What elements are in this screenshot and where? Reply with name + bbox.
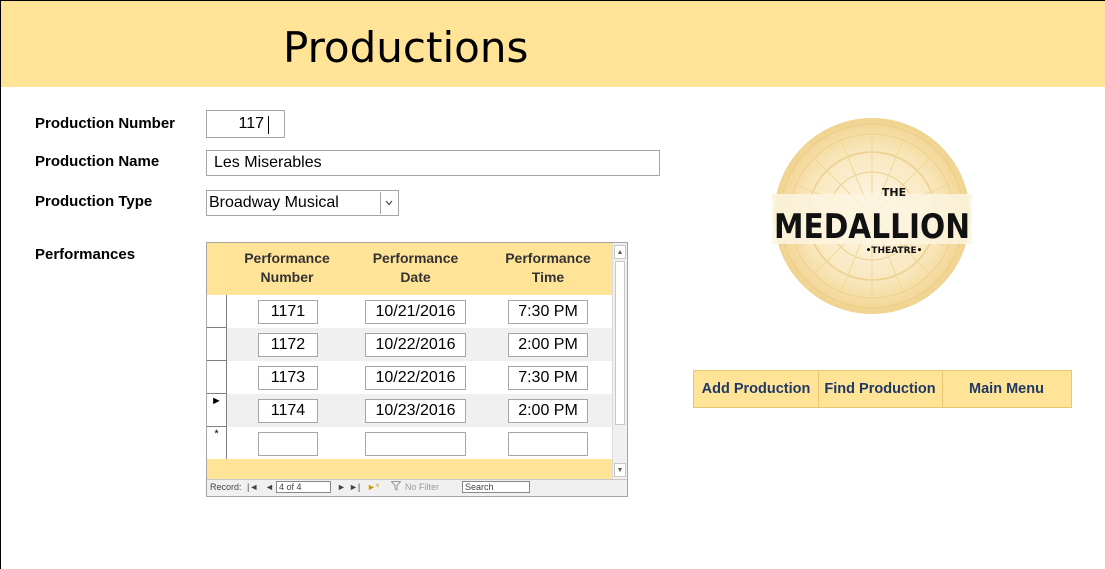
page-title: Productions bbox=[283, 23, 529, 72]
column-header-date: Performance Date bbox=[357, 249, 474, 287]
find-production-button[interactable]: Find Production bbox=[818, 371, 943, 407]
scroll-down-icon[interactable]: ▼ bbox=[614, 463, 626, 477]
performance-date-cell[interactable]: 10/21/2016 bbox=[365, 300, 466, 324]
vertical-scrollbar[interactable]: ▲ ▼ bbox=[612, 243, 627, 479]
table-row[interactable]: 1173 10/22/2016 7:30 PM bbox=[207, 361, 612, 394]
column-header-line: Number bbox=[260, 269, 314, 285]
production-name-label: Production Name bbox=[35, 153, 160, 170]
new-performance-number-cell[interactable] bbox=[258, 432, 318, 456]
logo-word-theatre: •THEATRE• bbox=[866, 246, 923, 256]
production-type-combo[interactable]: Broadway Musical bbox=[206, 190, 399, 216]
record-selector[interactable] bbox=[207, 361, 227, 394]
production-name-field[interactable]: Les Miserables bbox=[206, 150, 660, 176]
new-record-icon[interactable]: ►* bbox=[367, 480, 379, 495]
performance-number-cell[interactable]: 1173 bbox=[258, 366, 318, 390]
production-type-label: Production Type bbox=[35, 193, 153, 210]
add-production-button[interactable]: Add Production bbox=[694, 371, 819, 407]
scroll-thumb[interactable] bbox=[615, 261, 625, 425]
subform-header: Performance Number Performance Date Perf… bbox=[207, 243, 612, 295]
record-selector[interactable] bbox=[207, 295, 227, 328]
production-number-field[interactable]: 117 bbox=[206, 110, 285, 138]
column-header-line: Performance bbox=[372, 250, 459, 266]
asterisk-icon[interactable]: * bbox=[207, 427, 227, 460]
subform-footer bbox=[207, 459, 612, 479]
triangle-right-icon[interactable]: ► bbox=[207, 394, 227, 427]
column-header-line: Performance bbox=[244, 250, 330, 266]
performance-time-cell[interactable]: 7:30 PM bbox=[508, 366, 588, 390]
chevron-down-icon[interactable] bbox=[380, 192, 397, 214]
column-header-line: Date bbox=[400, 269, 431, 285]
no-filter-label[interactable]: No Filter bbox=[405, 480, 439, 495]
next-record-icon[interactable]: ► bbox=[337, 480, 346, 495]
logo-word-medallion: MEDALLION bbox=[774, 207, 970, 247]
search-input[interactable]: Search bbox=[462, 481, 530, 493]
column-header-line: Time bbox=[531, 269, 565, 285]
record-label: Record: bbox=[210, 482, 242, 492]
table-row[interactable]: 1172 10/22/2016 2:00 PM bbox=[207, 328, 612, 361]
action-button-group: Add Production Find Production Main Menu bbox=[693, 370, 1072, 408]
record-selector[interactable] bbox=[207, 328, 227, 361]
column-header-line: Performance bbox=[505, 250, 591, 266]
main-menu-button[interactable]: Main Menu bbox=[942, 371, 1071, 407]
table-row[interactable]: ► 1174 10/23/2016 2:00 PM bbox=[207, 394, 612, 427]
production-number-label: Production Number bbox=[35, 115, 176, 132]
new-performance-date-cell[interactable] bbox=[365, 432, 466, 456]
text-cursor bbox=[268, 116, 269, 134]
performance-time-cell[interactable]: 2:00 PM bbox=[508, 333, 588, 357]
form-header: Productions bbox=[1, 1, 1105, 87]
first-record-icon[interactable]: |◄ bbox=[247, 480, 258, 495]
medallion-theatre-logo: THE MEDALLION •THEATRE• bbox=[772, 116, 972, 316]
new-performance-time-cell[interactable] bbox=[508, 432, 588, 456]
performance-number-cell[interactable]: 1171 bbox=[258, 300, 318, 324]
filter-icon[interactable] bbox=[390, 480, 402, 495]
performance-date-cell[interactable]: 10/22/2016 bbox=[365, 333, 466, 357]
production-type-value: Broadway Musical bbox=[209, 194, 339, 211]
performances-subform[interactable]: Performance Number Performance Date Perf… bbox=[206, 242, 628, 497]
record-navigation-bar: Record: |◄ ◄ 4 of 4 ► ►| ►* No Filter Se… bbox=[207, 479, 627, 496]
column-header-number: Performance Number bbox=[234, 249, 340, 287]
logo-word-the: THE bbox=[882, 186, 906, 199]
record-position-input[interactable]: 4 of 4 bbox=[276, 481, 331, 493]
column-header-time: Performance Time bbox=[491, 249, 605, 287]
new-record-row[interactable]: * bbox=[207, 427, 612, 460]
performances-label: Performances bbox=[35, 246, 136, 263]
production-number-value: 117 bbox=[238, 115, 264, 132]
scroll-up-icon[interactable]: ▲ bbox=[614, 245, 626, 259]
performance-number-cell[interactable]: 1174 bbox=[258, 399, 318, 423]
table-row[interactable]: 1171 10/21/2016 7:30 PM bbox=[207, 295, 612, 328]
performance-time-cell[interactable]: 2:00 PM bbox=[508, 399, 588, 423]
performance-date-cell[interactable]: 10/22/2016 bbox=[365, 366, 466, 390]
performance-date-cell[interactable]: 10/23/2016 bbox=[365, 399, 466, 423]
performance-number-cell[interactable]: 1172 bbox=[258, 333, 318, 357]
last-record-icon[interactable]: ►| bbox=[349, 480, 360, 495]
previous-record-icon[interactable]: ◄ bbox=[265, 480, 274, 495]
performance-time-cell[interactable]: 7:30 PM bbox=[508, 300, 588, 324]
